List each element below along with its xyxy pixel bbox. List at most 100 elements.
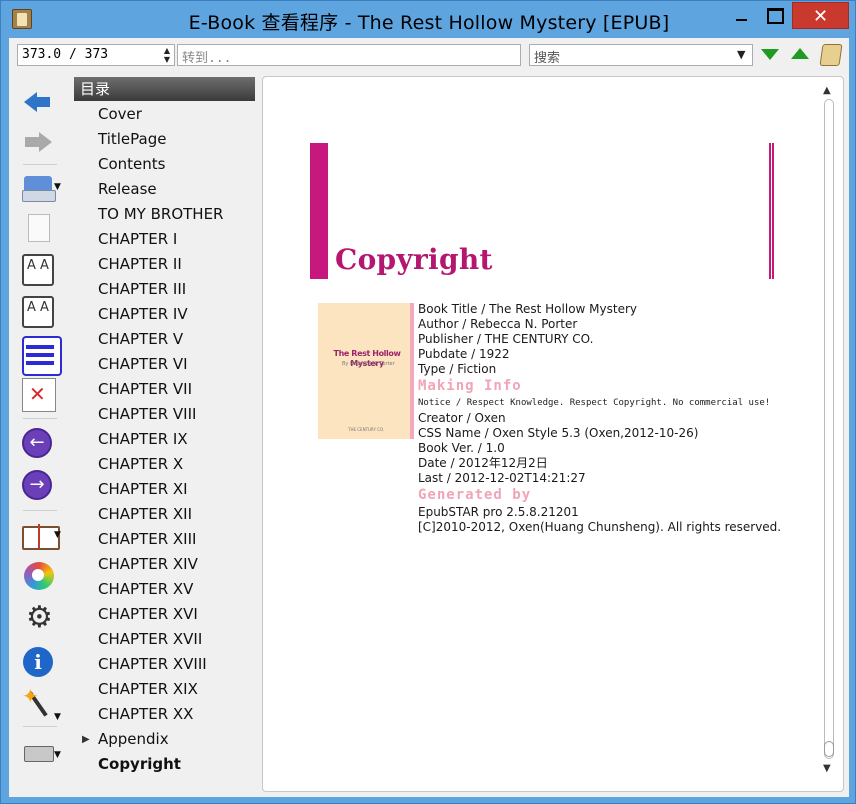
magic-wand-icon[interactable] [22,684,54,718]
info-line: CSS Name / Oxen Style 5.3 (Oxen,2012-10-… [418,426,699,440]
toc-item-label: CHAPTER XVII [98,630,203,648]
toc-item[interactable]: CHAPTER III [74,277,256,302]
toc-item-label: Copyright [98,755,181,773]
maximize-button[interactable] [759,2,789,29]
info-line: Last / 2012-12-02T14:21:27 [418,471,586,485]
toc-item[interactable]: CHAPTER VIII [74,402,256,427]
toc-item[interactable]: CHAPTER XVII [74,627,256,652]
reader-pane[interactable]: Copyright The Rest Hollow Mystery By Reb… [262,76,844,792]
toc-item[interactable]: CHAPTER XIII [74,527,256,552]
cover-author: By Rebecca N. Porter [342,361,395,367]
cover-publisher: THE CENTURY CO. [348,427,385,432]
toc-item[interactable]: CHAPTER XI [74,477,256,502]
client-area: 373.0 / 373 ▲▼ 转到... 搜索 ▼ ▼ A A A A ← [9,38,849,797]
scroll-down-icon[interactable]: ▼ [823,763,831,774]
toc-item[interactable]: CHAPTER XVIII [74,652,256,677]
toc-item[interactable]: Release [74,177,256,202]
toc-item-label: CHAPTER VIII [98,405,197,423]
toc-item-label: Contents [98,155,166,173]
fullscreen-icon[interactable] [22,378,56,412]
page-number-spinbox[interactable]: 373.0 / 373 [17,44,175,66]
close-button[interactable]: ✕ [792,2,849,29]
chevron-down-icon[interactable]: ▼ [737,48,745,61]
notice-line: Notice / Respect Knowledge. Respect Copy… [418,398,771,408]
info-line: Book Ver. / 1.0 [418,441,505,455]
chevron-down-icon[interactable]: ▼ [54,530,61,540]
forward-arrow-icon[interactable] [22,126,54,158]
scroll-parchment-icon[interactable] [819,44,843,66]
chevron-down-icon[interactable]: ▼ [54,182,61,192]
find-previous-up-arrow-icon[interactable] [791,48,809,59]
scroll-up-icon[interactable]: ▲ [823,85,831,96]
info-line: Author / Rebecca N. Porter [418,317,578,331]
toc-item[interactable]: CHAPTER XX [74,702,256,727]
scrollbar-thumb[interactable] [824,741,834,757]
info-icon[interactable] [22,646,54,678]
next-page-icon[interactable]: → [22,470,54,502]
line-spacing-icon[interactable] [22,336,62,376]
back-arrow-icon[interactable] [22,86,54,118]
title-accent-lines [769,143,774,279]
chevron-down-icon[interactable]: ▼ [54,712,61,722]
toc-item-label: CHAPTER XI [98,480,188,498]
font-smaller-icon[interactable]: A A [22,296,54,328]
toc-item-label: CHAPTER II [98,255,182,273]
toc-item[interactable]: CHAPTER XIX [74,677,256,702]
scrollbar-track[interactable] [824,99,834,759]
minimize-button[interactable] [726,2,756,29]
toolbar: 373.0 / 373 ▲ ▼ 转到... 搜索 ▼ [9,38,849,71]
toc-item[interactable]: CHAPTER IV [74,302,256,327]
toc-item-label: TO MY BROTHER [98,205,224,223]
title-bar[interactable]: E-Book 查看程序 - The Rest Hollow Mystery [E… [1,1,856,37]
open-book-icon[interactable] [22,520,60,552]
page-layout-icon[interactable] [22,172,56,204]
toc-item[interactable]: Contents [74,152,256,177]
settings-gear-icon[interactable] [22,600,54,635]
toc-item-label: CHAPTER X [98,455,184,473]
toc-item[interactable]: CHAPTER V [74,327,256,352]
toc-item[interactable]: CHAPTER XV [74,577,256,602]
title-accent-bar [310,143,328,279]
generated-by-heading: Generated by [418,487,532,503]
blank-page-icon[interactable] [22,212,54,244]
previous-page-icon[interactable]: ← [22,428,54,460]
toc-item[interactable]: Copyright [74,752,256,777]
toc-item[interactable]: CHAPTER IX [74,427,256,452]
toc-item[interactable]: CHAPTER VI [74,352,256,377]
toc-item[interactable]: Cover [74,102,256,127]
search-combobox[interactable]: 搜索 [529,44,753,66]
info-line: Creator / Oxen [418,411,506,425]
goto-input[interactable]: 转到... [177,44,521,66]
toc-item[interactable]: CHAPTER XVI [74,602,256,627]
toc-item[interactable]: CHAPTER II [74,252,256,277]
toolbar-divider [23,418,57,419]
generated-by-lines: EpubSTAR pro 2.5.8.21201 [C]2010-2012, Ox… [418,505,798,535]
book-page: Copyright The Rest Hollow Mystery By Reb… [271,85,815,785]
toc-item-label: CHAPTER III [98,280,187,298]
color-palette-icon[interactable] [22,560,54,592]
chevron-down-icon[interactable]: ▼ [54,750,61,760]
toc-item[interactable]: CHAPTER X [74,452,256,477]
info-line: EpubSTAR pro 2.5.8.21201 [418,505,579,519]
making-info-heading: Making Info [418,378,522,394]
toc-item[interactable]: TO MY BROTHER [74,202,256,227]
toc-item[interactable]: CHAPTER XII [74,502,256,527]
expand-arrow-icon[interactable]: ▶ [82,727,90,752]
toc-item[interactable]: CHAPTER XIV [74,552,256,577]
info-line: Type / Fiction [418,362,497,376]
toc-item[interactable]: CHAPTER VII [74,377,256,402]
toc-item[interactable]: TitlePage [74,127,256,152]
toc-item[interactable]: CHAPTER I [74,227,256,252]
toc-item-label: CHAPTER XIII [98,530,197,548]
toc-item-label: CHAPTER XII [98,505,193,523]
vertical-scrollbar[interactable]: ▲ ▼ [819,81,839,783]
toc-header: 目录 [74,77,255,101]
book-info-lines: Book Title / The Rest Hollow Mystery Auth… [418,302,798,377]
arrow-right-icon: → [22,470,52,500]
find-next-down-arrow-icon[interactable] [761,49,779,60]
font-larger-icon[interactable]: A A [22,254,54,286]
toc-item[interactable]: ▶ Appendix [74,727,256,752]
toc-item-label: CHAPTER XX [98,705,194,723]
printer-icon[interactable] [22,736,54,768]
spin-arrows-icon[interactable]: ▲ ▼ [161,46,173,64]
